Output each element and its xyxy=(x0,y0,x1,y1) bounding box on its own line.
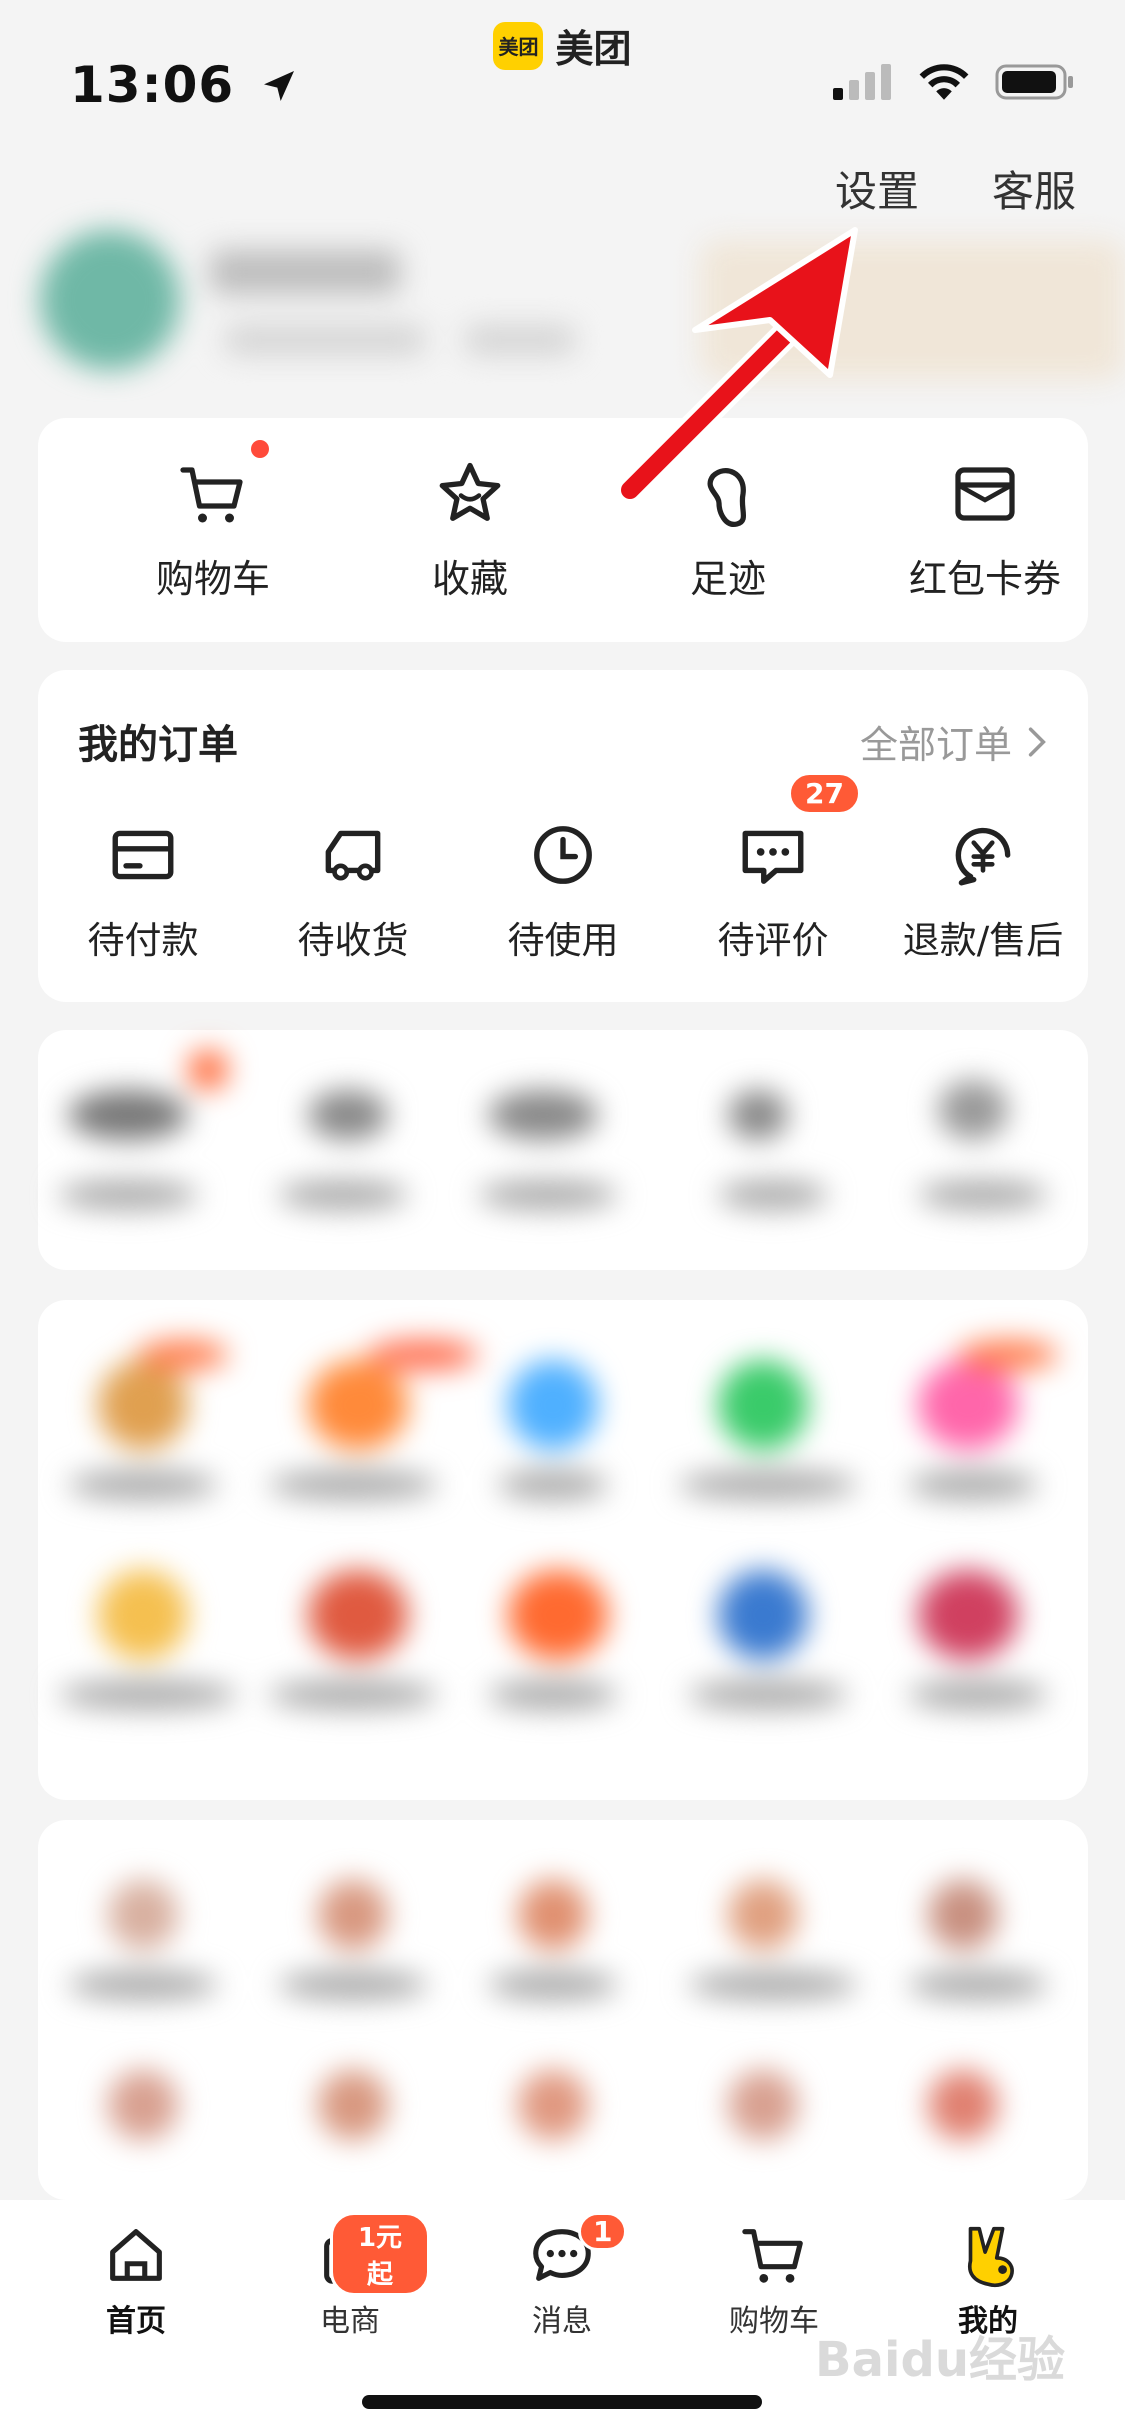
profile-info-blurred xyxy=(225,325,425,355)
order-pending-payment[interactable]: 待付款 xyxy=(38,818,248,964)
order-label: 待使用 xyxy=(507,919,619,962)
battery-icon xyxy=(995,64,1073,100)
refund-icon xyxy=(955,827,1011,886)
username-blurred xyxy=(210,250,400,294)
quick-favorites-button[interactable]: 收藏 xyxy=(370,458,570,603)
order-pending-use[interactable]: 待使用 xyxy=(458,818,668,964)
order-pending-receipt[interactable]: 待收货 xyxy=(248,818,458,964)
order-pending-review[interactable]: 待评价 27 xyxy=(668,772,878,964)
quick-footprint-label: 足迹 xyxy=(689,557,766,601)
quick-cart-label: 购物车 xyxy=(155,557,270,601)
order-label: 待收货 xyxy=(297,919,409,962)
card-icon xyxy=(112,830,174,880)
order-refund[interactable]: 退款/售后 xyxy=(878,818,1088,964)
chevron-right-icon xyxy=(1028,726,1046,757)
tab-messages[interactable]: 消息 1 xyxy=(482,2212,642,2340)
orders-title: 我的订单 xyxy=(78,722,238,768)
ecommerce-promo-badge: 1元起 xyxy=(330,2212,430,2296)
my-orders-card: 我的订单 全部订单 待付款 待收货 待使用 待评价 27 退款/售后 xyxy=(38,670,1088,1002)
quick-favorites-label: 收藏 xyxy=(431,557,508,601)
tab-label: 电商 xyxy=(320,2304,380,2339)
wifi-icon xyxy=(919,64,969,100)
app-name: 美团 xyxy=(555,27,632,71)
order-label: 退款/售后 xyxy=(902,919,1064,962)
quick-links-card: 购物车 收藏 足迹 红包卡券 xyxy=(38,418,1088,642)
message-count-badge: 1 xyxy=(578,2212,628,2251)
cart-icon xyxy=(742,2229,803,2283)
blurred-more-section xyxy=(38,1820,1088,2200)
home-icon xyxy=(110,2229,162,2281)
wallet-icon xyxy=(955,467,1015,521)
customer-service-link[interactable]: 客服 xyxy=(992,158,1076,219)
profile-area[interactable] xyxy=(0,220,1125,390)
clock-icon xyxy=(534,826,592,884)
settings-link[interactable]: 设置 xyxy=(835,158,919,219)
status-right xyxy=(833,62,1075,102)
blurred-tools-section xyxy=(38,1030,1088,1270)
quick-coupons-label: 红包卡券 xyxy=(908,557,1061,601)
tab-label: 消息 xyxy=(532,2304,592,2339)
blurred-services-section xyxy=(38,1300,1088,1800)
all-orders-label: 全部订单 xyxy=(859,723,1012,767)
order-label: 待评价 xyxy=(717,919,829,962)
annotation-arrow xyxy=(616,227,858,504)
quick-cart-button[interactable]: 购物车 xyxy=(113,440,313,603)
star-icon xyxy=(439,462,501,521)
all-orders-link[interactable]: 全部订单 xyxy=(860,714,1048,769)
tab-ecommerce[interactable]: 电商 1元起 xyxy=(270,2212,430,2340)
profile-mascot-icon xyxy=(967,2226,1014,2288)
avatar[interactable] xyxy=(40,230,180,370)
quick-coupons-button[interactable]: 红包卡券 xyxy=(885,458,1085,603)
cart-icon xyxy=(180,467,243,523)
review-count-badge: 27 xyxy=(788,772,861,815)
notification-dot xyxy=(251,440,269,458)
cellular-signal-icon xyxy=(833,64,891,100)
order-label: 待付款 xyxy=(87,919,199,962)
comment-icon xyxy=(742,830,804,884)
truck-icon xyxy=(325,830,381,881)
home-indicator[interactable] xyxy=(362,2395,762,2409)
meituan-logo: 美团 xyxy=(493,21,544,70)
watermark: Baidu经验 xyxy=(815,2332,1065,2388)
tab-label: 首页 xyxy=(106,2304,166,2339)
tab-home[interactable]: 首页 xyxy=(56,2220,216,2340)
profile-tag-blurred xyxy=(465,325,575,355)
